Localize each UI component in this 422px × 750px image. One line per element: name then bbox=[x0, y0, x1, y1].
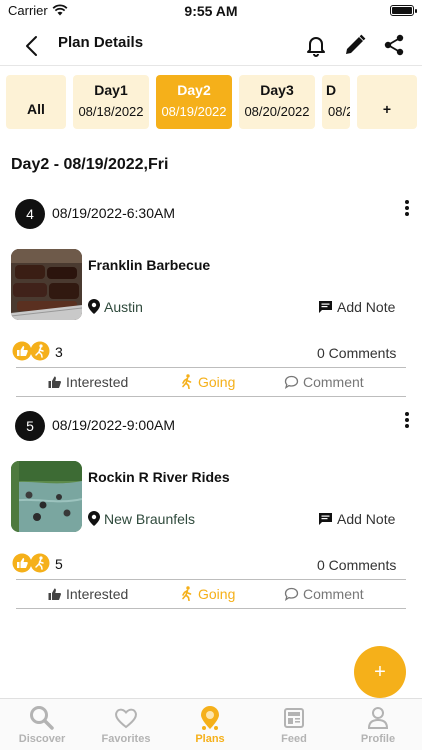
more-options-icon[interactable] bbox=[402, 411, 412, 431]
back-arrow-icon[interactable] bbox=[18, 32, 46, 60]
thumbs-up-icon bbox=[48, 588, 61, 600]
going-label: Going bbox=[198, 374, 236, 390]
plan-datetime: 08/19/2022-9:00AM bbox=[52, 417, 175, 433]
tab-bar: Discover Favorites Plans Feed Profile bbox=[0, 698, 422, 750]
day-tab-day3[interactable]: Day3 08/20/2022 bbox=[239, 75, 315, 129]
interested-button[interactable]: Interested bbox=[48, 586, 128, 602]
profile-icon bbox=[367, 707, 389, 729]
tab-label: Favorites bbox=[101, 733, 151, 745]
reaction-count: 5 bbox=[55, 556, 63, 572]
reaction-icons bbox=[12, 553, 50, 573]
day-tab-day1[interactable]: Day1 08/18/2022 bbox=[73, 75, 149, 129]
action-row: Interested Going Comment bbox=[16, 579, 406, 609]
add-note-label: Add Note bbox=[337, 511, 396, 527]
going-button[interactable]: Going bbox=[180, 374, 235, 390]
day-tab-date: 08/18/2022 bbox=[78, 104, 144, 119]
search-icon bbox=[30, 706, 54, 730]
day-tab-label: Day3 bbox=[260, 82, 294, 98]
plan-card: 5 08/19/2022-9:00AM Rockin R River Rides… bbox=[0, 411, 422, 623]
river-photo[interactable] bbox=[11, 461, 82, 532]
page-title: Plan Details bbox=[58, 34, 144, 51]
status-bar: Carrier 9:55 AM bbox=[0, 0, 422, 24]
tab-feed[interactable]: Feed bbox=[252, 705, 336, 745]
plan-number-badge: 5 bbox=[15, 411, 45, 441]
day-tab-all[interactable]: All bbox=[6, 75, 66, 129]
share-icon[interactable] bbox=[381, 32, 407, 58]
comment-label: Comment bbox=[303, 374, 364, 390]
comment-bubble-icon bbox=[284, 587, 299, 601]
tab-profile[interactable]: Profile bbox=[336, 705, 420, 745]
day-tab-label: D bbox=[326, 82, 337, 98]
reaction-icons bbox=[12, 341, 50, 361]
reaction-count: 3 bbox=[55, 344, 63, 360]
comment-bubble-icon bbox=[284, 375, 299, 389]
comments-count[interactable]: 0 Comments bbox=[317, 557, 396, 573]
note-icon bbox=[319, 513, 332, 525]
day-tab-label: Day2 bbox=[177, 82, 211, 98]
walking-icon bbox=[182, 586, 192, 602]
day-heading: Day2 - 08/19/2022,Fri bbox=[11, 156, 169, 173]
add-day-label: + bbox=[382, 101, 392, 117]
comment-label: Comment bbox=[303, 586, 364, 602]
day-tab-label: All bbox=[27, 101, 45, 117]
location-label: Austin bbox=[104, 299, 143, 315]
add-note-button[interactable]: Add Note bbox=[318, 511, 395, 527]
going-label: Going bbox=[198, 586, 236, 602]
day-tab-label: Day1 bbox=[94, 82, 128, 98]
add-note-button[interactable]: Add Note bbox=[318, 299, 395, 315]
day-tab-date: 08/2 bbox=[328, 104, 350, 119]
battery-icon bbox=[390, 5, 417, 16]
tab-label: Profile bbox=[360, 733, 396, 745]
day-tab-date: 08/20/2022 bbox=[244, 104, 310, 119]
plan-card: 4 08/19/2022-6:30AM Franklin Barbecue Au… bbox=[0, 199, 422, 411]
interested-button[interactable]: Interested bbox=[48, 374, 128, 390]
day-selector: All Day1 08/18/2022 Day2 08/19/2022 Day3… bbox=[0, 72, 422, 132]
nav-bar: Plan Details bbox=[0, 24, 422, 66]
place-name[interactable]: Franklin Barbecue bbox=[88, 257, 210, 273]
location-label: New Braunfels bbox=[104, 511, 196, 527]
location-link[interactable]: Austin bbox=[88, 299, 143, 315]
plan-number-badge: 4 bbox=[15, 199, 45, 229]
interested-label: Interested bbox=[66, 374, 129, 390]
plans-pin-icon bbox=[201, 706, 219, 730]
barbecue-photo[interactable] bbox=[11, 249, 82, 320]
thumbs-up-icon bbox=[48, 376, 61, 388]
add-plan-fab[interactable]: + bbox=[354, 646, 406, 698]
comments-count[interactable]: 0 Comments bbox=[317, 345, 396, 361]
tab-label: Plans bbox=[195, 733, 225, 745]
heart-icon bbox=[115, 708, 137, 729]
status-time: 9:55 AM bbox=[184, 3, 238, 19]
day-tab-day4[interactable]: D 08/2 bbox=[322, 75, 350, 129]
note-icon bbox=[319, 301, 332, 313]
location-link[interactable]: New Braunfels bbox=[88, 511, 195, 527]
tab-plans[interactable]: Plans bbox=[168, 705, 252, 745]
tab-favorites[interactable]: Favorites bbox=[84, 705, 168, 745]
plan-datetime: 08/19/2022-6:30AM bbox=[52, 205, 175, 221]
tab-label: Feed bbox=[281, 733, 307, 745]
day-tab-day2[interactable]: Day2 08/19/2022 bbox=[156, 75, 232, 129]
going-button[interactable]: Going bbox=[180, 586, 235, 602]
pin-icon bbox=[88, 511, 100, 526]
tab-discover[interactable]: Discover bbox=[0, 705, 84, 745]
tab-label: Discover bbox=[18, 733, 66, 745]
feed-icon bbox=[284, 708, 304, 728]
edit-pencil-icon[interactable] bbox=[342, 32, 368, 58]
comment-button[interactable]: Comment bbox=[284, 586, 364, 602]
walking-icon bbox=[182, 374, 192, 390]
add-note-label: Add Note bbox=[337, 299, 396, 315]
pin-icon bbox=[88, 299, 100, 314]
bell-icon[interactable] bbox=[303, 32, 329, 58]
interested-label: Interested bbox=[66, 586, 129, 602]
day-tab-date: 08/19/2022 bbox=[161, 104, 227, 119]
more-options-icon[interactable] bbox=[402, 199, 412, 219]
comment-button[interactable]: Comment bbox=[284, 374, 364, 390]
action-row: Interested Going Comment bbox=[16, 367, 406, 397]
add-day-button[interactable]: + bbox=[357, 75, 417, 129]
place-name[interactable]: Rockin R River Rides bbox=[88, 469, 230, 485]
